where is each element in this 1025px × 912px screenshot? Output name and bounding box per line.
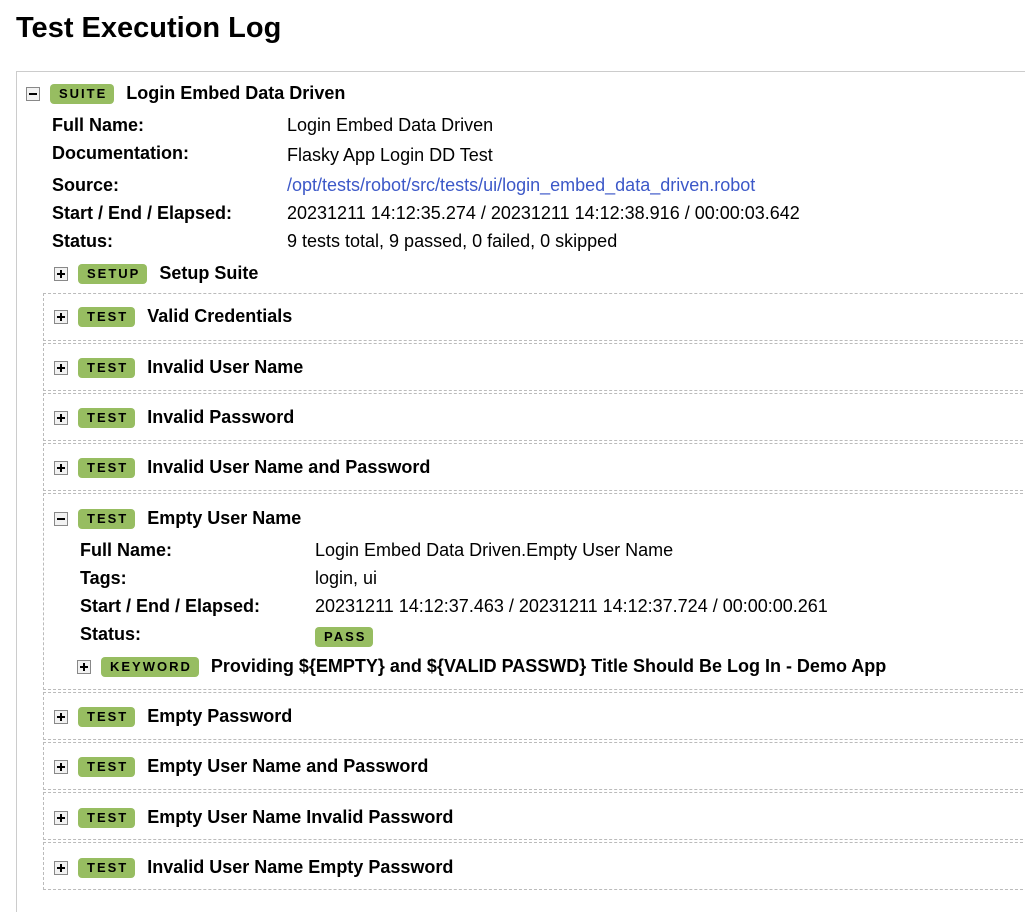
test-header[interactable]: TEST Invalid User Name and Password [54,457,430,478]
expand-toggle-icon[interactable] [77,659,91,674]
field-key: Source: [52,175,120,195]
test-name: Empty Password [147,706,293,726]
field-key: Documentation: [52,143,189,163]
field-value: Login Embed Data Driven [287,115,494,135]
test-label: TEST [78,756,136,777]
expand-toggle-icon[interactable] [54,266,68,281]
field-key: Start / End / Elapsed: [52,203,233,223]
test-header[interactable]: TEST Empty User Name Invalid Password [54,807,453,828]
test-label: TEST [78,706,136,727]
test-header[interactable]: TEST Empty User Name and Password [54,756,428,777]
field-value: login, ui [315,568,378,588]
test-name: Invalid User Name [147,357,304,377]
test-name: Invalid User Name Empty Password [147,857,454,877]
expand-toggle-icon[interactable] [54,309,68,324]
field-value: 20231211 14:12:35.274 / 20231211 14:12:3… [287,203,800,223]
test-name: Empty User Name Invalid Password [147,807,454,827]
expand-toggle-icon[interactable] [54,860,68,875]
field-key: Full Name: [52,115,145,135]
setup-label: SETUP [78,263,148,284]
expand-toggle-icon[interactable] [54,709,68,724]
keyword-header[interactable]: KEYWORD Providing ${EMPTY} and ${VALID P… [77,656,886,677]
suite-header[interactable]: SUITE Login Embed Data Driven [26,83,345,104]
field-value: 9 tests total, 9 passed, 0 failed, 0 ski… [287,231,618,251]
expand-toggle-icon[interactable] [54,460,68,475]
test-label: TEST [78,407,136,428]
test-name: Invalid User Name and Password [147,457,431,477]
test-header[interactable]: TEST Valid Credentials [54,306,292,327]
field-key: Start / End / Elapsed: [80,596,261,616]
source-link[interactable]: /opt/tests/robot/src/tests/ui/login_embe… [287,175,755,196]
suite-label: SUITE [50,83,115,104]
expand-toggle-icon[interactable] [54,360,68,375]
field-value: Flasky App Login DD Test [287,145,493,165]
test-name: Empty User Name and Password [147,756,429,776]
field-value: Login Embed Data Driven.Empty User Name [315,540,674,560]
test-header[interactable]: TEST Invalid User Name [54,357,303,378]
test-name: Empty User Name [147,508,302,528]
test-label: TEST [78,857,136,878]
expand-toggle-icon[interactable] [54,759,68,774]
field-key: Status: [52,231,114,251]
test-name: Invalid Password [147,407,295,427]
page-title: Test Execution Log [16,12,282,44]
keyword-name: Providing ${EMPTY} and ${VALID PASSWD} T… [210,656,887,676]
test-name: Valid Credentials [147,306,293,326]
test-label: TEST [78,357,136,378]
test-label: TEST [78,807,136,828]
test-header[interactable]: TEST Invalid Password [54,407,294,428]
test-label: TEST [78,457,136,478]
field-value: 20231211 14:12:37.463 / 20231211 14:12:3… [315,596,828,616]
expand-toggle-icon[interactable] [54,410,68,425]
field-key: Tags: [80,568,127,588]
field-key: Status: [80,624,142,644]
setup-name: Setup Suite [159,263,259,283]
test-header[interactable]: TEST Empty Password [54,706,292,727]
collapse-toggle-icon[interactable] [26,86,40,101]
test-header[interactable]: TEST Invalid User Name Empty Password [54,857,453,878]
collapse-toggle-icon[interactable] [54,511,68,526]
status-badge: PASS [315,627,374,647]
keyword-label: KEYWORD [101,656,199,677]
test-header[interactable]: TEST Empty User Name [54,508,301,529]
setup-header[interactable]: SETUP Setup Suite [54,263,258,284]
expand-toggle-icon[interactable] [54,810,68,825]
field-key: Full Name: [80,540,173,560]
suite-name: Login Embed Data Driven [126,83,346,103]
test-label: TEST [78,508,136,529]
test-label: TEST [78,306,136,327]
